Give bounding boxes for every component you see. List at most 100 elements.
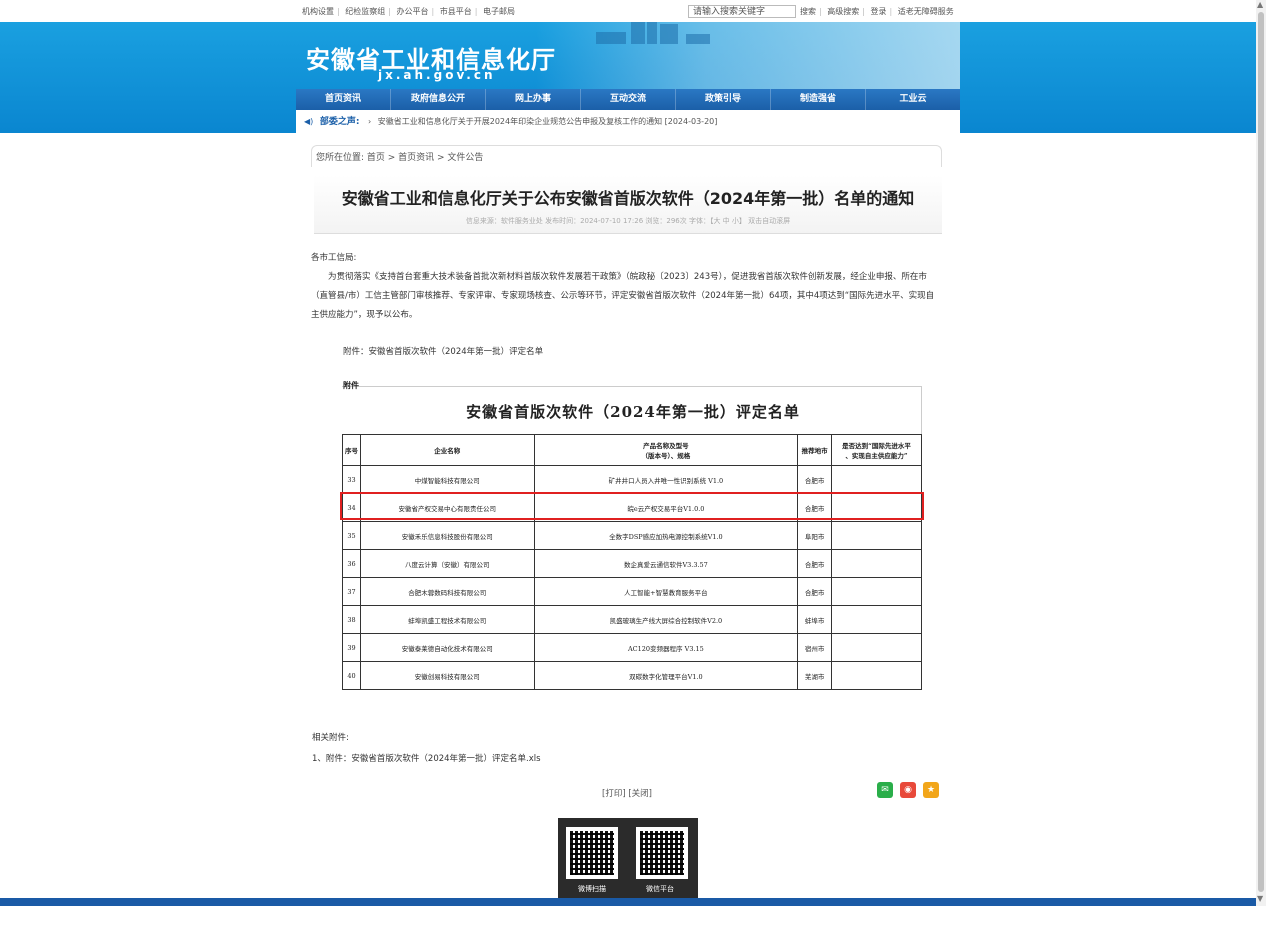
table-cell: 35 xyxy=(342,521,361,550)
city-skyline-image xyxy=(536,22,960,90)
qr-left-label: 微博扫描 xyxy=(578,885,606,893)
table-cell: 安徽泰莱德自动化技术有限公司 xyxy=(359,633,535,662)
table-header: 企业名称 xyxy=(359,434,535,466)
table-cell: 合肥市 xyxy=(797,549,833,578)
weibo-icon[interactable]: ◉ xyxy=(900,782,916,798)
page-title: 安徽省工业和信息化厅关于公布安徽省首版次软件（2024年第一批）名单的通知 xyxy=(341,189,915,208)
qr-code-right xyxy=(636,827,688,879)
table-cell: 蚌埠凯盛工程技术有限公司 xyxy=(359,605,535,634)
table-cell: 八度云计算（安徽）有限公司 xyxy=(359,549,535,578)
scroll-up-icon[interactable]: ▲ xyxy=(1257,0,1263,9)
advanced-search-link[interactable]: 高级搜索 xyxy=(827,7,859,16)
related-title: 相关附件: xyxy=(312,733,349,743)
table-cell: 安徽创易科技有限公司 xyxy=(359,661,535,690)
nav-item-policy[interactable]: 政策引导 xyxy=(676,89,771,110)
table-cell: 36 xyxy=(342,549,361,578)
table-cell: 芜湖市 xyxy=(797,661,833,690)
salutation: 各市工信局: xyxy=(311,253,357,263)
nav-item-manufacturing[interactable]: 制造强省 xyxy=(771,89,866,110)
table-row: 39 安徽泰莱德自动化技术有限公司 AC120变频器程序 V3.15 宿州市 xyxy=(342,633,922,662)
table-header: 推荐地市 xyxy=(797,434,833,466)
top-link[interactable]: 电子邮局 xyxy=(483,7,515,16)
header-banner: 安徽省工业和信息化厅 jx.ah.gov.cn 首页资讯 政府信息公开 网上办事… xyxy=(0,22,1256,133)
top-link[interactable]: 机构设置 xyxy=(302,7,334,16)
table-cell: 合肥市 xyxy=(797,465,833,494)
table-cell: 矿井井口人员入井唯一性识别系统 V1.0 xyxy=(533,465,799,494)
table-cell: AC120变频器程序 V3.15 xyxy=(533,633,799,662)
table-cell: 阜阳市 xyxy=(797,521,833,550)
table-cell: 合肥木蓉数码科技有限公司 xyxy=(359,577,535,606)
top-link[interactable]: 纪检监察组 xyxy=(345,7,385,16)
table-cell: 39 xyxy=(342,633,361,662)
table-cell xyxy=(831,661,922,690)
table-cell: 宿州市 xyxy=(797,633,833,662)
footer-bar xyxy=(0,898,1256,906)
top-link[interactable]: 市县平台 xyxy=(440,7,472,16)
software-list-table: 序号 企业名称 产品名称及型号 （版本号）、规格 推荐地市 是否达到“国际先进水平 、实… xyxy=(342,434,922,690)
article-page: 您所在位置: 首页 > 首页资讯 > 文件公告 安徽省工业和信息化厅关于公布安徽… xyxy=(296,133,958,903)
breadcrumb: 您所在位置: 首页 > 首页资讯 > 文件公告 xyxy=(311,145,942,167)
table-row: 36 八度云计算（安徽）有限公司 数企真爱云通信软件V3.3.57 合肥市 xyxy=(342,549,922,578)
nav-item-online-service[interactable]: 网上办事 xyxy=(486,89,581,110)
title-area: 安徽省工业和信息化厅关于公布安徽省首版次软件（2024年第一批）名单的通知 信息… xyxy=(314,175,942,234)
table-cell xyxy=(831,521,922,550)
speaker-icon: ◀) xyxy=(304,117,314,126)
nav-item-industry-cloud[interactable]: 工业云 xyxy=(866,89,960,110)
table-cell: 37 xyxy=(342,577,361,606)
attachment-line: 附件：安徽省首版次软件（2024年第一批）评定名单 xyxy=(343,347,544,357)
chevron-right-icon: › xyxy=(367,117,372,126)
favorite-icon[interactable]: ★ xyxy=(923,782,939,798)
table-cell: 安徽禾乐信息科技股份有限公司 xyxy=(359,521,535,550)
article-meta: 信息来源：软件服务业处 发布时间：2024-07-10 17:26 浏览：296… xyxy=(465,217,791,225)
table-row: 33 中煤智能科技有限公司 矿井井口人员入井唯一性识别系统 V1.0 合肥市 xyxy=(342,465,922,494)
table-header: 是否达到“国际先进水平 、实现自主供应能力” xyxy=(831,434,922,466)
highlight-box xyxy=(340,492,924,520)
table-cell: 合肥市 xyxy=(797,577,833,606)
share-icons: ✉ ◉ ★ xyxy=(877,782,939,798)
doc-label: 附件 xyxy=(343,380,359,390)
attachment-image: 附件 安徽省首版次软件（2024年第一批）评定名单 序号 企业名称 产品名称及型号 … xyxy=(342,378,924,690)
nav-item-gov-info[interactable]: 政府信息公开 xyxy=(391,89,486,110)
accessibility-link[interactable]: 适老无障碍服务 xyxy=(898,7,954,16)
nav-item-interaction[interactable]: 互动交流 xyxy=(581,89,676,110)
table-row: 35 安徽禾乐信息科技股份有限公司 全数字DSP感应加热电源控制系统V1.0 阜阳市 xyxy=(342,521,922,550)
table-cell: 蚌埠市 xyxy=(797,605,833,634)
top-link[interactable]: 办公平台 xyxy=(397,7,429,16)
scroll-down-icon[interactable]: ▼ xyxy=(1257,894,1263,903)
table-cell: 人工智能+智慧教育服务平台 xyxy=(533,577,799,606)
main-nav: 首页资讯 政府信息公开 网上办事 互动交流 政策引导 制造强省 工业云 xyxy=(296,89,960,110)
table-cell: 中煤智能科技有限公司 xyxy=(359,465,535,494)
notice-ticker: ◀) 部委之声: › 安徽省工业和信息化厅关于开展2024年印染企业规范公告申报… xyxy=(296,110,960,133)
qr-code-left xyxy=(566,827,618,879)
print-close-links[interactable]: [打印] [关闭] xyxy=(602,787,652,799)
notice-link[interactable]: 安徽省工业和信息化厅关于开展2024年印染企业规范公告申报及复核工作的通知 [2… xyxy=(378,117,718,126)
table-cell: 数企真爱云通信软件V3.3.57 xyxy=(533,549,799,578)
table-cell xyxy=(831,549,922,578)
table-cell xyxy=(831,605,922,634)
body-paragraph: 为贯彻落实《支持首台套重大技术装备首批次新材料首版次软件发展若干政策》（皖政秘〔… xyxy=(311,272,935,320)
table-row: 37 合肥木蓉数码科技有限公司 人工智能+智慧教育服务平台 合肥市 xyxy=(342,577,922,606)
table-row: 40 安徽创易科技有限公司 双碳数字化管理平台V1.0 芜湖市 xyxy=(342,661,922,690)
search-button[interactable]: 搜索 xyxy=(800,7,816,16)
qr-codes: 微博扫描 微信平台 xyxy=(558,818,698,901)
table-cell: 全数字DSP感应加热电源控制系统V1.0 xyxy=(533,521,799,550)
top-links: 机构设置 | 纪检监察组 | 办公平台 | 市县平台 | 电子邮局 xyxy=(302,7,515,16)
table-cell xyxy=(831,465,922,494)
table-cell: 凯盛玻璃生产线大屏综合控制软件V2.0 xyxy=(533,605,799,634)
top-utility-bar: 机构设置 | 纪检监察组 | 办公平台 | 市县平台 | 电子邮局 请输入搜索关键字 搜… xyxy=(0,0,1256,22)
top-right-links: 搜索 | 高级搜索 | 登录 | 适老无障碍服务 xyxy=(800,7,954,16)
site-domain: jx.ah.gov.cn xyxy=(378,68,496,82)
related-file-link[interactable]: 1、附件：安徽省首版次软件（2024年第一批）评定名单.xls xyxy=(312,752,541,764)
wechat-icon[interactable]: ✉ xyxy=(877,782,893,798)
nav-item-home[interactable]: 首页资讯 xyxy=(296,89,391,110)
table-cell: 40 xyxy=(342,661,361,690)
table-cell: 双碳数字化管理平台V1.0 xyxy=(533,661,799,690)
table-cell: 38 xyxy=(342,605,361,634)
login-link[interactable]: 登录 xyxy=(871,7,887,16)
search-input[interactable]: 请输入搜索关键字 xyxy=(688,5,796,18)
table-cell xyxy=(831,577,922,606)
scroll-thumb[interactable] xyxy=(1258,12,1264,892)
scrollbar[interactable]: ▲ ▼ xyxy=(1256,0,1266,906)
table-row: 38 蚌埠凯盛工程技术有限公司 凯盛玻璃生产线大屏综合控制软件V2.0 蚌埠市 xyxy=(342,605,922,634)
notice-label: 部委之声: xyxy=(319,117,360,127)
